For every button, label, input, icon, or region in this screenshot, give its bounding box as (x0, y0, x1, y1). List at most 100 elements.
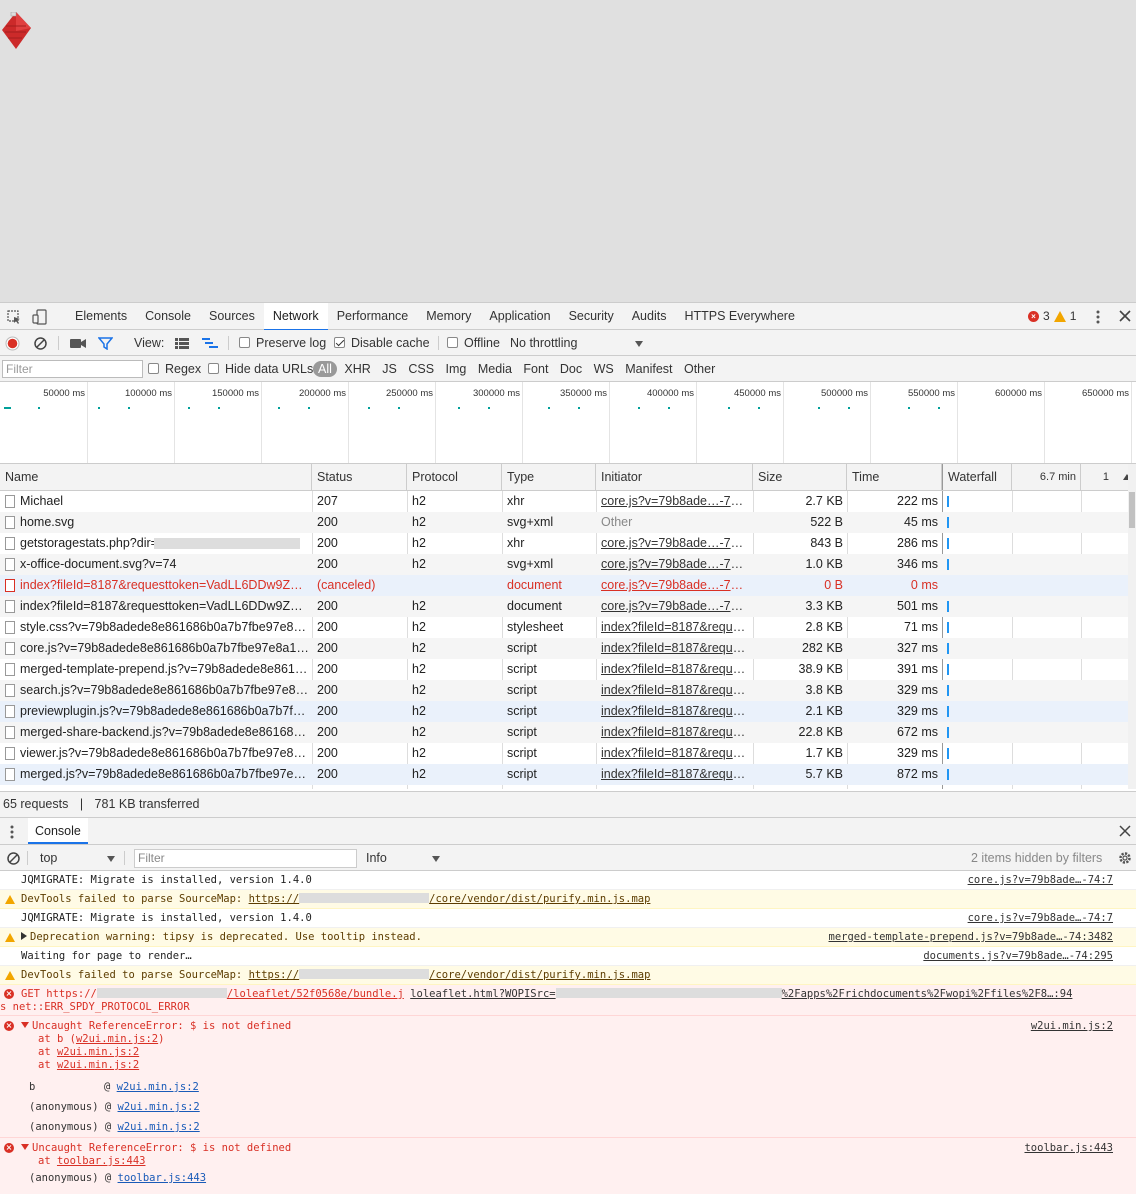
issue-counts[interactable]: × 3 1 (1028, 309, 1076, 323)
expand-triangle-icon[interactable] (21, 932, 27, 940)
cell-initiator[interactable]: core.js?v=79b8ade…-74:4 (601, 554, 746, 575)
cell-initiator[interactable]: core.js?v=79b8ade…-74:5… (601, 491, 746, 512)
cell-initiator[interactable]: index?fileId=8187&reques… (601, 701, 746, 722)
record-icon[interactable] (5, 336, 20, 351)
throttling-select[interactable]: No throttling (510, 330, 645, 356)
message-source-link[interactable]: core.js?v=79b8ade…-74:7 (968, 871, 1113, 890)
cell-initiator[interactable]: index?fileId=8187&reques… (601, 617, 746, 638)
cell-initiator[interactable]: index?fileId=8187&reques… (601, 680, 746, 701)
tab-performance[interactable]: Performance (328, 303, 418, 330)
preserve-log-check[interactable] (239, 337, 250, 348)
col-time-header[interactable]: Time (847, 464, 942, 490)
close-drawer-icon[interactable] (1119, 825, 1131, 837)
cell-initiator[interactable]: core.js?v=79b8ade…-74:3 (601, 575, 746, 596)
cell-initiator[interactable]: index?fileId=8187&reques… (601, 638, 746, 659)
type-filter-css[interactable]: CSS (404, 356, 438, 382)
frame-link[interactable]: w2ui.min.js:2 (118, 1101, 200, 1113)
frame-link[interactable]: w2ui.min.js:2 (117, 1081, 199, 1093)
table-row[interactable]: Michael 207 h2 xhr core.js?v=79b8ade…-74:5… 2… (0, 491, 1128, 512)
table-row[interactable]: viewer.js?v=79b8adede8e861686b0a7b7fbe97… (0, 743, 1128, 764)
type-filter-media[interactable]: Media (474, 356, 516, 382)
tab-console[interactable]: Console (136, 303, 200, 330)
col-status-header[interactable]: Status (312, 464, 407, 490)
filter-icon[interactable] (98, 337, 113, 350)
type-filter-img[interactable]: Img (442, 356, 471, 382)
table-row[interactable]: search.js?v=79b8adede8e861686b0a7b7fbe97… (0, 680, 1128, 701)
stack-link[interactable]: w2ui.min.js:2 (57, 1046, 139, 1058)
table-row[interactable]: home.svg 200 h2 svg+xml Other 522 B 45 ms (0, 512, 1128, 533)
col-type-header[interactable]: Type (502, 464, 596, 490)
table-row[interactable]: previewplugin.js?v=79b8adede8e861686b0a7… (0, 701, 1128, 722)
hide-data-urls-checkbox[interactable]: Hide data URLs (208, 356, 313, 382)
type-filter-font[interactable]: Font (519, 356, 552, 382)
collapse-triangle-icon[interactable] (21, 1144, 29, 1150)
table-row[interactable]: index?fileId=8187&requesttoken=VadLL6DDw… (0, 596, 1128, 617)
type-filter-manifest[interactable]: Manifest (621, 356, 676, 382)
screenshot-capture-icon[interactable] (70, 338, 86, 349)
col-protocol-header[interactable]: Protocol (407, 464, 502, 490)
offline-checkbox[interactable]: Offline (447, 330, 500, 356)
message-source-link[interactable]: toolbar.js:443 (1024, 1142, 1113, 1155)
large-rows-icon[interactable] (175, 338, 189, 349)
type-filter-other[interactable]: Other (680, 356, 719, 382)
sourcemap-path[interactable]: /core/vendor/dist/purify.min.js.map (429, 969, 650, 981)
console-message-warning[interactable]: Deprecation warning: tipsy is deprecated… (0, 928, 1136, 947)
sourcemap-link[interactable]: https:// (249, 969, 300, 981)
col-waterfall-header[interactable]: Waterfall (942, 464, 1012, 490)
tab-security[interactable]: Security (560, 303, 623, 330)
cell-initiator[interactable]: index?fileId=8187&reques… (601, 743, 746, 764)
tab-network[interactable]: Network (263, 303, 328, 331)
tab-elements[interactable]: Elements (66, 303, 136, 330)
offline-check[interactable] (447, 337, 458, 348)
tab-https-everywhere[interactable]: HTTPS Everywhere (675, 303, 803, 330)
table-row[interactable]: index?fileId=8187&requesttoken=VadLL6DDw… (0, 575, 1128, 596)
console-message-error[interactable]: × Uncaught ReferenceError: $ is not defi… (0, 1016, 1136, 1138)
message-source-link[interactable]: merged-template-prepend.js?v=79b8ade…-74… (829, 928, 1113, 947)
table-row[interactable]: merged-template-prepend.js?v=79b8adede8e… (0, 659, 1128, 680)
table-row[interactable]: merged-share-backend.js?v=79b8adede8e861… (0, 722, 1128, 743)
more-options-icon[interactable] (1095, 310, 1101, 324)
network-overview[interactable]: 50000 ms 100000 ms 150000 ms 200000 ms 25000… (0, 382, 1136, 464)
sourcemap-path[interactable]: /core/vendor/dist/purify.min.js.map (429, 893, 650, 905)
console-settings-gear-icon[interactable] (1118, 851, 1132, 865)
tab-memory[interactable]: Memory (417, 303, 480, 330)
drawer-menu-icon[interactable] (9, 825, 15, 839)
console-message-error[interactable]: × Uncaught ReferenceError: $ is not defi… (0, 1138, 1136, 1194)
collapse-triangle-icon[interactable] (21, 1022, 29, 1028)
type-filter-js[interactable]: JS (378, 356, 401, 382)
cell-initiator[interactable]: core.js?v=79b8ade…-74:3 (601, 596, 746, 617)
overview-waterfall-icon[interactable] (202, 338, 218, 349)
type-filter-doc[interactable]: Doc (556, 356, 586, 382)
table-row[interactable]: x-office-document.svg?v=74 200 h2 svg+xml co… (0, 554, 1128, 575)
table-row[interactable]: core.js?v=79b8adede8e861686b0a7b7fbe97e8… (0, 638, 1128, 659)
message-source-link[interactable]: core.js?v=79b8ade…-74:7 (968, 909, 1113, 928)
regex-checkbox[interactable]: Regex (148, 356, 201, 382)
tab-sources[interactable]: Sources (200, 303, 264, 330)
network-filter-input[interactable]: Filter (2, 360, 143, 378)
message-source-link[interactable]: w2ui.min.js:2 (1031, 1020, 1113, 1033)
disable-cache-checkbox[interactable]: Disable cache (334, 330, 430, 356)
message-source-link[interactable]: documents.js?v=79b8ade…-74:295 (923, 947, 1113, 966)
stack-link[interactable]: w2ui.min.js:2 (76, 1033, 158, 1045)
table-row[interactable]: merged.js?v=79b8adede8e861686b0a7b7fbe97… (0, 764, 1128, 785)
scrollbar-thumb[interactable] (1129, 492, 1135, 528)
cell-initiator[interactable]: index?fileId=8187&reques… (601, 659, 746, 680)
table-scrollbar[interactable] (1128, 464, 1136, 789)
inspect-element-icon[interactable] (6, 309, 22, 325)
stack-link[interactable]: w2ui.min.js:2 (57, 1059, 139, 1071)
clear-console-icon[interactable] (7, 852, 20, 865)
tab-audits[interactable]: Audits (623, 303, 676, 330)
drawer-tab-console[interactable]: Console (28, 818, 88, 844)
frame-link[interactable]: toolbar.js:443 (118, 1172, 207, 1184)
regex-check[interactable] (148, 363, 159, 374)
cell-initiator[interactable]: core.js?v=79b8ade…-74:4 (601, 533, 746, 554)
col-initiator-header[interactable]: Initiator (596, 464, 753, 490)
sourcemap-link[interactable]: https:// (249, 893, 300, 905)
col-name-header[interactable]: Name (0, 464, 312, 490)
preserve-log-checkbox[interactable]: Preserve log (239, 330, 326, 356)
stack-link[interactable]: toolbar.js:443 (57, 1155, 146, 1167)
cell-initiator[interactable]: index?fileId=8187&reques… (601, 722, 746, 743)
error-source-link[interactable]: loleaflet.html?WOPISrc= (410, 988, 555, 1000)
log-level-select[interactable]: Info (366, 845, 442, 871)
tab-application[interactable]: Application (480, 303, 559, 330)
